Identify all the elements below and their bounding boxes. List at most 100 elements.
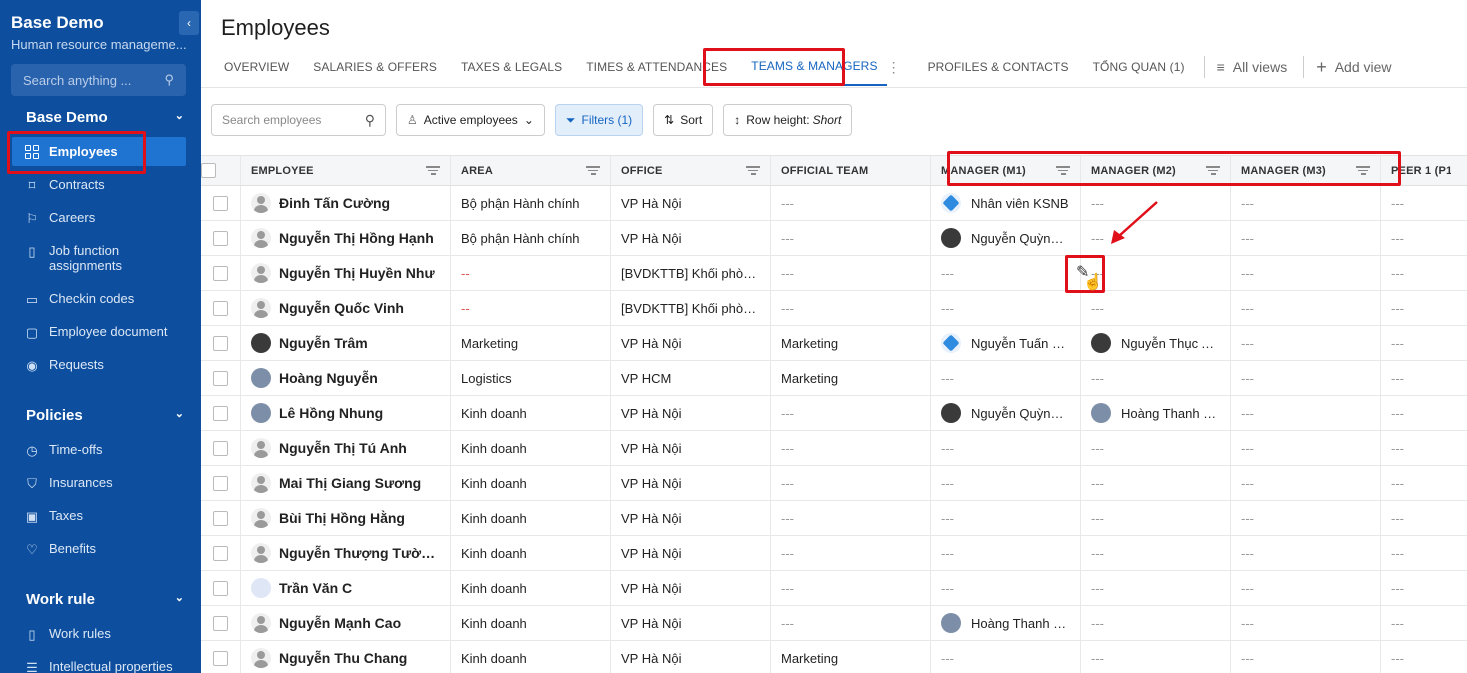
column-filter-icon[interactable] [1356,166,1370,175]
manager-m2-cell[interactable]: --- [1081,186,1231,220]
tab-teams-managers[interactable]: TEAMS & MANAGERS [742,48,887,86]
table-row[interactable]: Trần Văn C Kinh doanh VP Hà Nội --- --- --- --… [201,571,1467,606]
active-employees-dropdown[interactable]: ♙ Active employees ⌄ [396,104,545,136]
area-cell[interactable]: Kinh doanh [451,571,611,605]
table-row[interactable]: Nguyễn Thu Chang Kinh doanh VP Hà Nội Marke… [201,641,1467,673]
row-checkbox[interactable] [201,641,241,673]
column-filter-icon[interactable] [426,166,440,175]
column-filter-icon[interactable] [1206,166,1220,175]
manager-m2-cell[interactable]: --- [1081,501,1231,535]
sidebar-item-benefits[interactable]: ♡ Benefits [12,541,186,557]
global-search-input[interactable]: Search anything ... ⚲ [11,64,186,96]
manager-m2-cell[interactable]: --- [1081,256,1231,290]
manager-m1-cell[interactable]: --- [931,501,1081,535]
column-header-manager-m3[interactable]: MANAGER (M3) [1231,156,1381,185]
manager-m3-cell[interactable]: --- [1231,291,1381,325]
table-row[interactable]: Nguyễn Quốc Vinh -- [BVDKTTB] Khối phòn...… [201,291,1467,326]
row-checkbox[interactable] [201,186,241,220]
official-team-cell[interactable]: --- [771,291,931,325]
peer-1-cell[interactable]: --- [1381,291,1451,325]
employee-search-input[interactable]: Search employees ⚲ [211,104,386,136]
sidebar-item-contracts[interactable]: ⌑ Contracts [12,177,186,193]
sidebar-item-job-function[interactable]: ▯ Job function assignments [12,243,186,273]
official-team-cell[interactable]: --- [771,396,931,430]
manager-m2-cell[interactable]: --- [1081,291,1231,325]
office-cell[interactable]: VP Hà Nội [611,641,771,673]
area-cell[interactable]: -- [451,256,611,290]
employee-cell[interactable]: Mai Thị Giang Sương [241,466,451,500]
sidebar-item-checkin-codes[interactable]: ▭ Checkin codes [12,291,186,307]
peer-1-cell[interactable]: --- [1381,256,1451,290]
peer-1-cell[interactable]: --- [1381,536,1451,570]
select-all-checkbox[interactable] [201,156,241,185]
manager-m1-cell[interactable]: --- [931,641,1081,673]
manager-m2-cell[interactable]: --- [1081,221,1231,255]
manager-m2-cell[interactable]: --- [1081,606,1231,640]
office-cell[interactable]: VP Hà Nội [611,221,771,255]
manager-m1-cell[interactable]: --- [931,256,1081,290]
area-cell[interactable]: Kinh doanh [451,501,611,535]
employee-cell[interactable]: Nguyễn Thị Hồng Hạnh [241,221,451,255]
peer-1-cell[interactable]: --- [1381,606,1451,640]
peer-1-cell[interactable]: --- [1381,186,1451,220]
column-header-official-team[interactable]: OFFICIAL TEAM [771,156,931,185]
office-cell[interactable]: VP Hà Nội [611,326,771,360]
row-checkbox[interactable] [201,431,241,465]
manager-m3-cell[interactable]: --- [1231,396,1381,430]
area-cell[interactable]: Kinh doanh [451,396,611,430]
area-cell[interactable]: Kinh doanh [451,606,611,640]
column-header-area[interactable]: AREA [451,156,611,185]
area-cell[interactable]: Logistics [451,361,611,395]
manager-m1-cell[interactable]: Nguyễn Quỳnh ... [931,396,1081,430]
column-filter-icon[interactable] [1056,166,1070,175]
manager-m3-cell[interactable]: --- [1231,466,1381,500]
peer-1-cell[interactable]: --- [1381,571,1451,605]
employee-cell[interactable]: Nguyễn Thị Huyền Như [241,256,451,290]
office-cell[interactable]: VP Hà Nội [611,466,771,500]
peer-1-cell[interactable]: --- [1381,641,1451,673]
employee-cell[interactable]: Bùi Thị Hồng Hằng [241,501,451,535]
peer-1-cell[interactable]: --- [1381,361,1451,395]
tab-salaries-offers[interactable]: SALARIES & OFFERS [304,48,446,86]
manager-m3-cell[interactable]: --- [1231,501,1381,535]
column-header-employee[interactable]: EMPLOYEE [241,156,451,185]
column-header-peer-1[interactable]: PEER 1 (P1 [1381,156,1451,185]
area-cell[interactable]: -- [451,291,611,325]
row-checkbox[interactable] [201,256,241,290]
filters-button[interactable]: ⏷ Filters (1) [554,104,644,136]
official-team-cell[interactable]: --- [771,501,931,535]
employee-cell[interactable]: Lê Hồng Nhung [241,396,451,430]
office-cell[interactable]: VP Hà Nội [611,396,771,430]
peer-1-cell[interactable]: --- [1381,501,1451,535]
employee-cell[interactable]: Trần Văn C [241,571,451,605]
peer-1-cell[interactable]: --- [1381,431,1451,465]
office-cell[interactable]: VP HCM [611,361,771,395]
manager-m1-cell[interactable]: --- [931,466,1081,500]
official-team-cell[interactable]: Marketing [771,361,931,395]
column-filter-icon[interactable] [746,166,760,175]
row-checkbox[interactable] [201,606,241,640]
table-row[interactable]: Đinh Tấn Cường Bộ phận Hành chính VP Hà Nộ… [201,186,1467,221]
manager-m1-cell[interactable]: Nhân viên KSNB [931,186,1081,220]
sidebar-item-time-offs[interactable]: ◷ Time-offs [12,442,186,458]
peer-1-cell[interactable]: --- [1381,396,1451,430]
official-team-cell[interactable]: --- [771,186,931,220]
official-team-cell[interactable]: Marketing [771,326,931,360]
sidebar-item-requests[interactable]: ◉ Requests [12,357,186,373]
table-row[interactable]: Mai Thị Giang Sương Kinh doanh VP Hà Nội --… [201,466,1467,501]
manager-m3-cell[interactable]: --- [1231,641,1381,673]
sidebar-item-employees[interactable]: Employees [12,137,186,166]
manager-m3-cell[interactable]: --- [1231,571,1381,605]
tab-profiles-contacts[interactable]: PROFILES & CONTACTS [919,48,1078,86]
table-row[interactable]: Nguyễn Mạnh Cao Kinh doanh VP Hà Nội --- Hoà… [201,606,1467,641]
manager-m1-cell[interactable]: --- [931,291,1081,325]
employee-cell[interactable]: Nguyễn Trâm [241,326,451,360]
manager-m2-cell[interactable]: --- [1081,571,1231,605]
office-cell[interactable]: [BVDKTTB] Khối phòn... [611,256,771,290]
manager-m2-cell[interactable]: --- [1081,466,1231,500]
sidebar-item-insurances[interactable]: ⛉ Insurances [12,475,186,491]
area-cell[interactable]: Kinh doanh [451,641,611,673]
row-checkbox[interactable] [201,571,241,605]
row-checkbox[interactable] [201,466,241,500]
row-checkbox[interactable] [201,396,241,430]
